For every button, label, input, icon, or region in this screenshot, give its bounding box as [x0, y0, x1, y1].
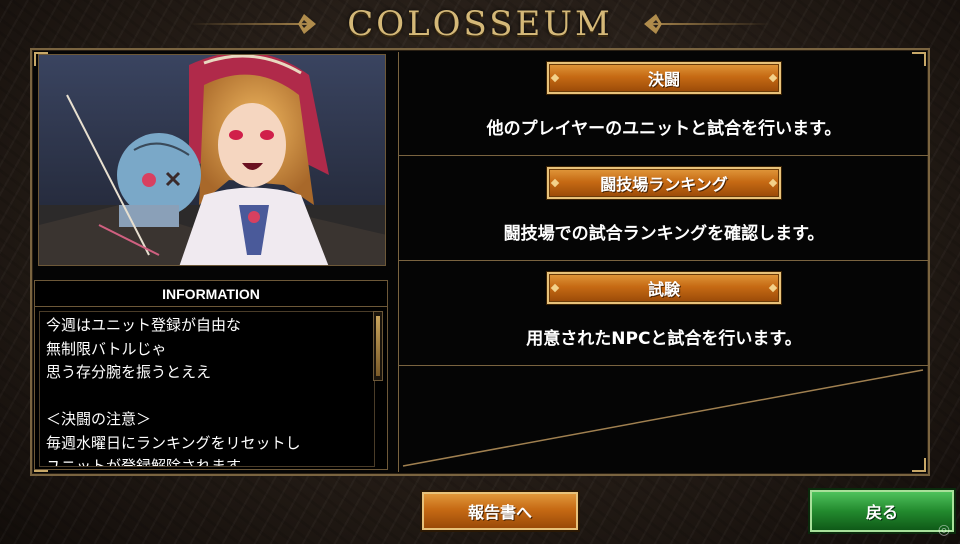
information-line: 今週はユニット登録が自由な — [46, 316, 242, 334]
information-line — [46, 385, 368, 409]
menu-section-ranking: 闘技場ランキング 闘技場での試合ランキングを確認します。 — [399, 157, 929, 261]
character-portrait — [38, 54, 386, 266]
ornament-icon — [298, 14, 316, 34]
information-line: 思う存分腕を振うとええ — [46, 363, 212, 381]
scrollbar-thumb[interactable] — [376, 316, 380, 376]
character-illustration — [39, 55, 385, 265]
empty-menu-slot — [399, 366, 929, 472]
title-banner: COLOSSEUM — [190, 2, 770, 46]
information-header: INFORMATION — [35, 281, 387, 307]
menu-section-duel: 決闘 他のプレイヤーのユニットと試合を行います。 — [399, 52, 929, 156]
menu-panel: 決闘 他のプレイヤーのユニットと試合を行います。 闘技場ランキング 闘技場での試… — [398, 52, 929, 472]
information-line: 無制限バトルじゃ — [46, 339, 167, 358]
information-scrollbar[interactable] — [373, 311, 383, 381]
duel-button[interactable]: 決闘 — [547, 62, 781, 94]
information-line: ＜決闘の注意＞ — [46, 410, 152, 428]
menu-section-trial: 試験 用意されたNPCと試合を行います。 — [399, 262, 929, 366]
information-line: ユニットが登録解除されます — [46, 457, 242, 467]
trial-button[interactable]: 試験 — [547, 272, 781, 304]
duel-description: 他のプレイヤーのユニットと試合を行います。 — [486, 119, 842, 139]
arena-ranking-description: 闘技場での試合ランキングを確認します。 — [503, 224, 825, 244]
trial-description: 用意されたNPCと試合を行います。 — [526, 329, 802, 349]
page-title: COLOSSEUM — [347, 4, 613, 44]
ornament-icon — [644, 14, 662, 34]
empty-slot-divider — [402, 369, 924, 467]
watermark-icon: ◎ — [937, 522, 951, 538]
report-button[interactable]: 報告書へ — [422, 492, 578, 530]
information-panel: INFORMATION 今週はユニット登録が自由な 無制限バトルじゃ 思う存分腕… — [34, 280, 388, 470]
information-line: 毎週水曜日にランキングをリセットし — [46, 433, 301, 452]
arena-ranking-button[interactable]: 闘技場ランキング — [547, 167, 781, 199]
information-body: 今週はユニット登録が自由な 無制限バトルじゃ 思う存分腕を振うとええ ＜決闘の注… — [39, 311, 375, 467]
